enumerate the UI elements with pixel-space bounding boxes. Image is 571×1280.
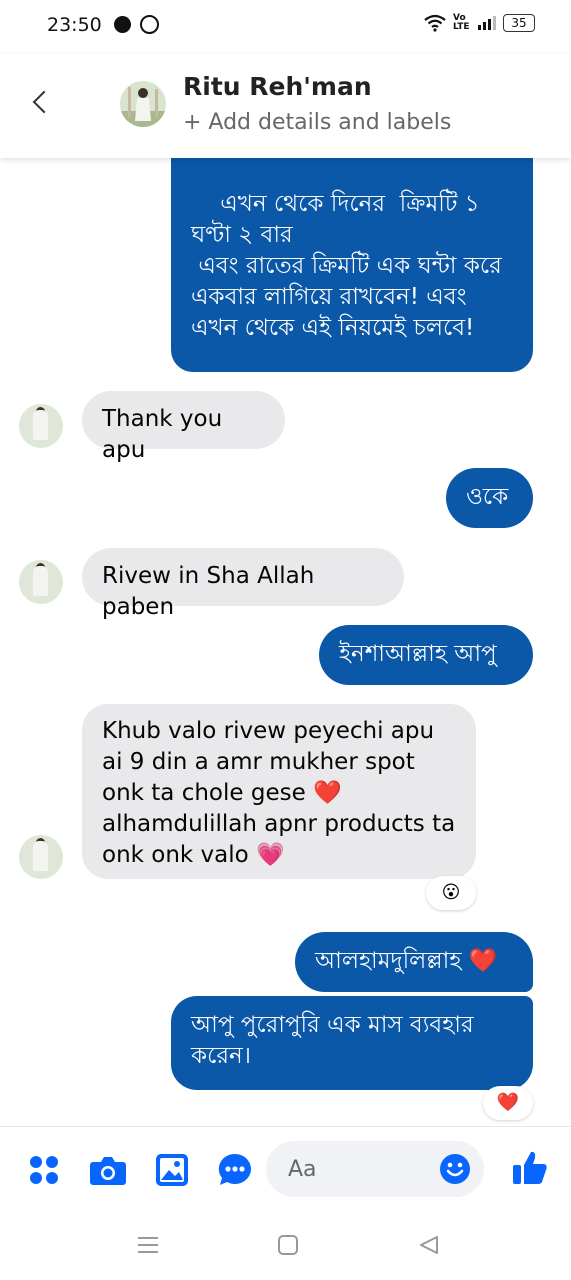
message-composer bbox=[0, 1126, 571, 1215]
signal-icon bbox=[478, 16, 496, 30]
contact-avatar[interactable] bbox=[120, 81, 166, 127]
sender-avatar[interactable] bbox=[19, 404, 63, 448]
outgoing-message[interactable]: ওকে bbox=[446, 468, 533, 528]
back-nav-icon[interactable] bbox=[418, 1234, 440, 1256]
camera-icon[interactable] bbox=[89, 1154, 127, 1186]
message-text: আপু পুরোপুরি এক মাস ব্যবহার করেন। bbox=[191, 1012, 474, 1069]
message-reaction[interactable]: 😮 bbox=[426, 876, 476, 910]
incoming-message[interactable]: Thank you apu bbox=[82, 391, 285, 463]
incoming-message[interactable]: Khub valo rivew peyechi apu ai 9 din a a… bbox=[82, 704, 476, 879]
menu-dots-icon[interactable] bbox=[29, 1155, 59, 1185]
system-navigation-bar bbox=[0, 1214, 571, 1280]
outgoing-message[interactable]: ইনশাআল্লাহ আপু bbox=[319, 625, 533, 685]
outgoing-message[interactable]: আপু পুরোপুরি এক মাস ব্যবহার করেন। bbox=[171, 996, 533, 1090]
home-icon[interactable] bbox=[277, 1234, 299, 1256]
contact-name[interactable]: Ritu Reh'man bbox=[183, 72, 372, 101]
conversation-header: Ritu Reh'man + Add details and labels bbox=[0, 54, 571, 158]
message-text: Khub valo rivew peyechi apu ai 9 din a a… bbox=[102, 718, 456, 868]
status-time: 23:50 bbox=[47, 14, 102, 36]
messenger-notification-icon bbox=[114, 16, 131, 33]
outgoing-message[interactable]: এখন থেকে দিনের ক্রিমটি ১ ঘণ্টা ২ বার এবং… bbox=[171, 158, 533, 372]
message-input[interactable] bbox=[286, 1153, 430, 1185]
like-icon[interactable] bbox=[511, 1149, 549, 1187]
outgoing-message[interactable]: আলহামদুলিল্লাহ ❤️ bbox=[295, 932, 533, 992]
battery-icon: 35 bbox=[503, 14, 535, 32]
add-details-link[interactable]: + Add details and labels bbox=[183, 110, 451, 135]
back-arrow-icon[interactable] bbox=[30, 88, 50, 118]
message-reaction[interactable]: ❤️ bbox=[483, 1086, 533, 1120]
sender-avatar[interactable] bbox=[19, 560, 63, 604]
emoji-icon[interactable] bbox=[439, 1153, 471, 1185]
recent-apps-icon[interactable] bbox=[136, 1234, 160, 1256]
status-bar: 23:50 Vo LTE 35 bbox=[0, 0, 571, 54]
message-text: আলহামদুলিল্লাহ ❤️ bbox=[315, 948, 498, 974]
volte-label: Vo LTE bbox=[453, 13, 470, 32]
message-text: ইনশাআল্লাহ আপু bbox=[339, 641, 497, 667]
message-text: Rivew in Sha Allah paben bbox=[102, 563, 315, 620]
message-text: এখন থেকে দিনের ক্রিমটি ১ ঘণ্টা ২ বার এবং… bbox=[191, 191, 502, 341]
do-not-disturb-icon bbox=[140, 15, 159, 34]
message-text: ওকে bbox=[466, 484, 509, 510]
more-icon[interactable] bbox=[217, 1152, 253, 1188]
wifi-icon bbox=[424, 14, 446, 32]
gallery-icon[interactable] bbox=[155, 1153, 189, 1187]
incoming-message[interactable]: Rivew in Sha Allah paben bbox=[82, 548, 404, 620]
message-input-container bbox=[266, 1141, 484, 1197]
message-text: Thank you apu bbox=[102, 406, 223, 463]
sender-avatar[interactable] bbox=[19, 835, 63, 879]
message-list[interactable]: এখন থেকে দিনের ক্রিমটি ১ ঘণ্টা ২ বার এবং… bbox=[0, 158, 571, 1126]
